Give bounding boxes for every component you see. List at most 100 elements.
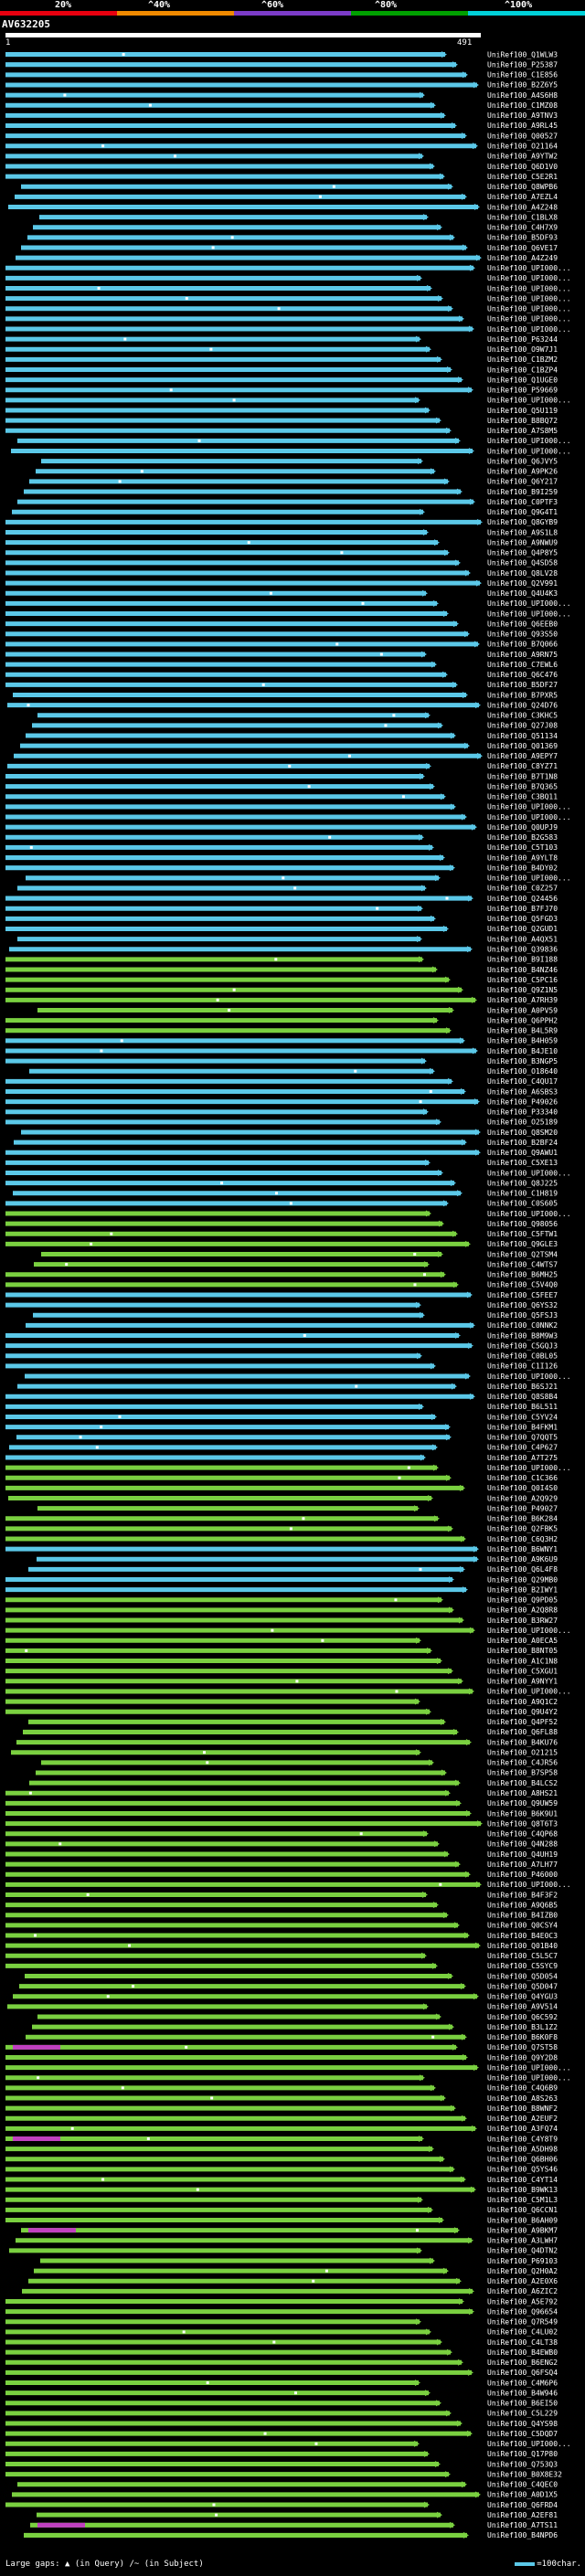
hit-row[interactable]: UniRef100_Q6CCN1 <box>5 2206 558 2214</box>
hit-row[interactable]: UniRef100_Q1WLW3 <box>5 50 558 58</box>
hit-id-link[interactable]: UniRef100_C1E856 <box>487 71 558 80</box>
hit-row[interactable]: UniRef100_A0D1X5 <box>12 2491 558 2499</box>
hit-row[interactable]: UniRef100_A2EF81 <box>37 2511 558 2519</box>
hit-id-link[interactable]: UniRef100_B8BQ72 <box>487 417 558 425</box>
hit-id-link[interactable]: UniRef100_A9YLT8 <box>487 853 558 862</box>
hit-row[interactable]: UniRef100_P69103 <box>40 2257 558 2265</box>
hit-row[interactable]: UniRef100_A7RH39 <box>5 996 558 1004</box>
hit-row[interactable]: UniRef100_A9Q1C2 <box>5 1698 558 1706</box>
hit-row[interactable]: UniRef100_B6K9U1 <box>5 1809 558 1818</box>
hit-row[interactable]: UniRef100_C5L229 <box>5 2410 558 2418</box>
hit-id-link[interactable]: UniRef100_A4QX51 <box>487 935 558 943</box>
hit-row[interactable]: UniRef100_Q9Y2D8 <box>5 2053 558 2062</box>
hit-id-link[interactable]: UniRef100_C3BQ11 <box>487 793 558 801</box>
hit-id-link[interactable]: UniRef100_C4YT14 <box>487 2176 558 2184</box>
hit-row[interactable]: UniRef100_C5DQD7 <box>5 2430 558 2438</box>
hit-id-link[interactable]: UniRef100_C5V4Q0 <box>487 1281 558 1289</box>
hit-row[interactable]: UniRef100_Q27J08 <box>32 722 558 730</box>
hit-row[interactable]: UniRef100_C4JR56 <box>41 1759 558 1767</box>
hit-row[interactable]: UniRef100_Q7ST58 <box>5 2043 558 2051</box>
hit-row[interactable]: UniRef100_B4W946 <box>5 2389 558 2397</box>
hit-id-link[interactable]: UniRef100_B9WK13 <box>487 2186 558 2194</box>
hit-id-link[interactable]: UniRef100_UPI000... <box>487 315 571 323</box>
hit-row[interactable]: UniRef100_Q8SM20 <box>21 1129 558 1137</box>
hit-id-link[interactable]: UniRef100_Q2GUD1 <box>487 925 558 933</box>
hit-id-link[interactable]: UniRef100_Q4DTN2 <box>487 2247 558 2255</box>
hit-row[interactable]: UniRef100_A9S1L8 <box>5 528 558 536</box>
hit-id-link[interactable]: UniRef100_O18640 <box>487 1067 558 1076</box>
hit-id-link[interactable]: UniRef100_C5XE13 <box>487 1159 558 1167</box>
hit-id-link[interactable]: UniRef100_C4LT38 <box>487 2338 558 2347</box>
hit-row[interactable]: UniRef100_Q2TSM4 <box>41 1250 558 1258</box>
hit-id-link[interactable]: UniRef100_A7T275 <box>487 1454 558 1462</box>
hit-row[interactable]: UniRef100_B8BQ72 <box>5 417 558 425</box>
hit-row[interactable]: UniRef100_C3BQ11 <box>5 793 558 801</box>
hit-row[interactable]: UniRef100_UPI000... <box>5 274 571 282</box>
hit-id-link[interactable]: UniRef100_A7EZL4 <box>487 193 558 201</box>
hit-row[interactable]: UniRef100_C4Y8T9 <box>5 2135 558 2143</box>
hit-id-link[interactable]: UniRef100_A9EPY7 <box>487 752 558 760</box>
hit-id-link[interactable]: UniRef100_Q2FBK5 <box>487 1525 558 1533</box>
hit-row[interactable]: UniRef100_C4P627 <box>9 1444 558 1452</box>
hit-id-link[interactable]: UniRef100_C5T103 <box>487 843 558 852</box>
hit-row[interactable]: UniRef100_Q5FSJ3 <box>33 1311 558 1320</box>
hit-id-link[interactable]: UniRef100_UPI000... <box>487 610 571 618</box>
hit-row[interactable]: UniRef100_C4YT14 <box>5 2176 558 2184</box>
hit-row[interactable]: UniRef100_A9YTW2 <box>5 153 558 161</box>
hit-id-link[interactable]: UniRef100_A4Z249 <box>487 254 558 262</box>
hit-row[interactable]: UniRef100_P25387 <box>5 60 558 69</box>
hit-row[interactable]: UniRef100_UPI000... <box>5 1627 571 1635</box>
hit-id-link[interactable]: UniRef100_P46000 <box>487 1871 558 1879</box>
hit-id-link[interactable]: UniRef100_C5XGU1 <box>487 1667 558 1675</box>
hit-row[interactable]: UniRef100_P49027 <box>37 1504 558 1512</box>
hit-row[interactable]: UniRef100_Q4PF52 <box>28 1718 558 1726</box>
hit-id-link[interactable]: UniRef100_C5YV24 <box>487 1413 558 1421</box>
hit-row[interactable]: UniRef100_A4S6H8 <box>5 91 558 100</box>
hit-row[interactable]: UniRef100_A1C1N8 <box>5 1657 558 1665</box>
hit-id-link[interactable]: UniRef100_UPI000... <box>487 1210 571 1218</box>
hit-row[interactable]: UniRef100_A6SBS3 <box>5 1087 558 1096</box>
hit-row[interactable]: UniRef100_O21215 <box>11 1748 558 1756</box>
hit-row[interactable]: UniRef100_B4E0C3 <box>5 1932 558 1940</box>
hit-row[interactable]: UniRef100_A7LH77 <box>5 1860 558 1869</box>
hit-id-link[interactable]: UniRef100_UPI000... <box>487 447 571 455</box>
hit-id-link[interactable]: UniRef100_Q6YS32 <box>487 1301 558 1309</box>
hit-id-link[interactable]: UniRef100_A5DH98 <box>487 2145 558 2153</box>
hit-row[interactable]: UniRef100_Q4UH19 <box>5 1850 558 1859</box>
hit-id-link[interactable]: UniRef100_UPI000... <box>487 264 571 272</box>
hit-row[interactable]: UniRef100_Q9AWU1 <box>5 1149 558 1157</box>
hit-id-link[interactable]: UniRef100_C1H819 <box>487 1190 558 1198</box>
hit-row[interactable]: UniRef100_Q5U119 <box>5 407 558 415</box>
hit-row[interactable]: UniRef100_B6K284 <box>5 1515 558 1523</box>
hit-id-link[interactable]: UniRef100_P59669 <box>487 387 558 395</box>
hit-row[interactable]: UniRef100_Q4SD58 <box>5 559 558 567</box>
hit-row[interactable]: UniRef100_B6K0F8 <box>26 2033 558 2041</box>
hit-id-link[interactable]: UniRef100_C5FTW1 <box>487 1230 558 1238</box>
hit-row[interactable]: UniRef100_Q6FRD4 <box>5 2501 558 2509</box>
hit-id-link[interactable]: UniRef100_Q4P8Y5 <box>487 549 558 557</box>
hit-row[interactable]: UniRef100_Q4U4K3 <box>5 589 558 598</box>
hit-row[interactable]: UniRef100_A3FQ74 <box>5 2125 558 2133</box>
hit-row[interactable]: UniRef100_C5GQJ3 <box>5 1341 558 1350</box>
hit-id-link[interactable]: UniRef100_UPI000... <box>487 803 571 811</box>
hit-row[interactable]: UniRef100_UPI000... <box>5 813 571 822</box>
hit-row[interactable]: UniRef100_Q4DTN2 <box>9 2247 558 2255</box>
hit-id-link[interactable]: UniRef100_Q4N288 <box>487 1840 558 1849</box>
hit-row[interactable]: UniRef100_P63244 <box>5 335 558 344</box>
hit-id-link[interactable]: UniRef100_A9K6U9 <box>487 1555 558 1564</box>
hit-id-link[interactable]: UniRef100_P63244 <box>487 335 558 344</box>
hit-id-link[interactable]: UniRef100_B4W946 <box>487 2389 558 2397</box>
hit-id-link[interactable]: UniRef100_A7RH39 <box>487 996 558 1004</box>
hit-id-link[interactable]: UniRef100_C1C366 <box>487 1474 558 1482</box>
hit-id-link[interactable]: UniRef100_B5DF93 <box>487 234 558 242</box>
hit-id-link[interactable]: UniRef100_B3RW27 <box>487 1617 558 1625</box>
hit-id-link[interactable]: UniRef100_Q24456 <box>487 895 558 903</box>
hit-row[interactable]: UniRef100_A2E0X6 <box>28 2277 558 2285</box>
hit-id-link[interactable]: UniRef100_Q7ST58 <box>487 2043 558 2051</box>
hit-row[interactable]: UniRef100_B7T1N8 <box>5 772 558 780</box>
hit-id-link[interactable]: UniRef100_B6L511 <box>487 1403 558 1411</box>
hit-id-link[interactable]: UniRef100_A8HS21 <box>487 1789 558 1797</box>
hit-id-link[interactable]: UniRef100_A3FQ74 <box>487 2125 558 2133</box>
hit-id-link[interactable]: UniRef100_C6Q3H2 <box>487 1535 558 1543</box>
hit-id-link[interactable]: UniRef100_A9V514 <box>487 2003 558 2011</box>
